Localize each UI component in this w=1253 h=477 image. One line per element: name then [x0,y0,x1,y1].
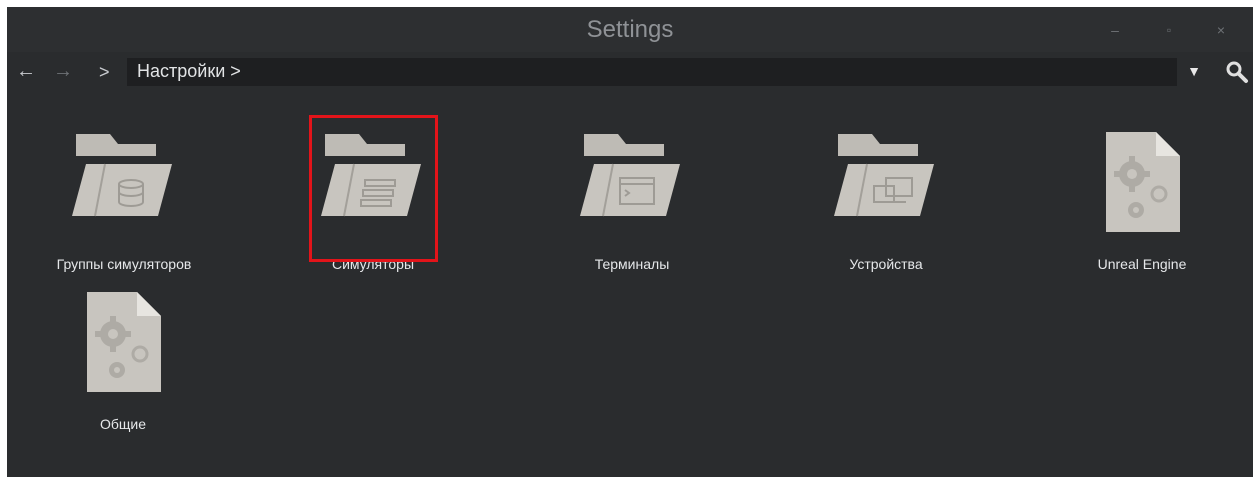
item-devices[interactable]: Устройства [796,118,976,272]
path-bar[interactable]: Настройки > [127,58,1177,86]
item-terminals[interactable]: Терминалы [542,118,722,272]
title-bar[interactable]: Settings – ▫ × [7,7,1253,52]
folder-terminal-icon [580,130,684,225]
navigation-bar: ← → > Настройки > ▼ [7,52,1253,92]
forward-arrow-icon[interactable]: → [53,58,73,84]
highlight-box [309,115,438,262]
folder-database-icon [72,130,176,225]
item-label: Общие [99,416,147,432]
item-label: Устройства [849,256,923,272]
maximize-button[interactable]: ▫ [1155,16,1183,44]
breadcrumb[interactable]: Настройки > [137,61,241,82]
folder-devices-icon [834,130,938,225]
close-button[interactable]: × [1207,16,1235,44]
item-unreal-engine[interactable]: Unreal Engine [1052,118,1232,272]
settings-file-icon [1102,130,1182,239]
window-title: Settings [586,16,674,43]
path-separator: > [99,62,110,82]
item-label: Терминалы [594,256,670,272]
minimize-button[interactable]: – [1101,16,1129,44]
search-icon[interactable] [1225,60,1249,84]
back-arrow-icon[interactable]: ← [16,58,36,84]
item-simulator-groups[interactable]: Группы симуляторов [34,118,214,272]
item-label: Unreal Engine [1097,256,1187,272]
item-label: Группы симуляторов [56,256,192,272]
settings-window: Settings – ▫ × ← → > Настройки > ▼ Групп… [7,7,1253,477]
settings-file-icon [83,290,163,399]
icon-grid: Группы симуляторов Симуляторы Терминалы … [7,92,1253,477]
item-general[interactable]: Общие [33,278,213,432]
dropdown-icon[interactable]: ▼ [1187,63,1201,79]
